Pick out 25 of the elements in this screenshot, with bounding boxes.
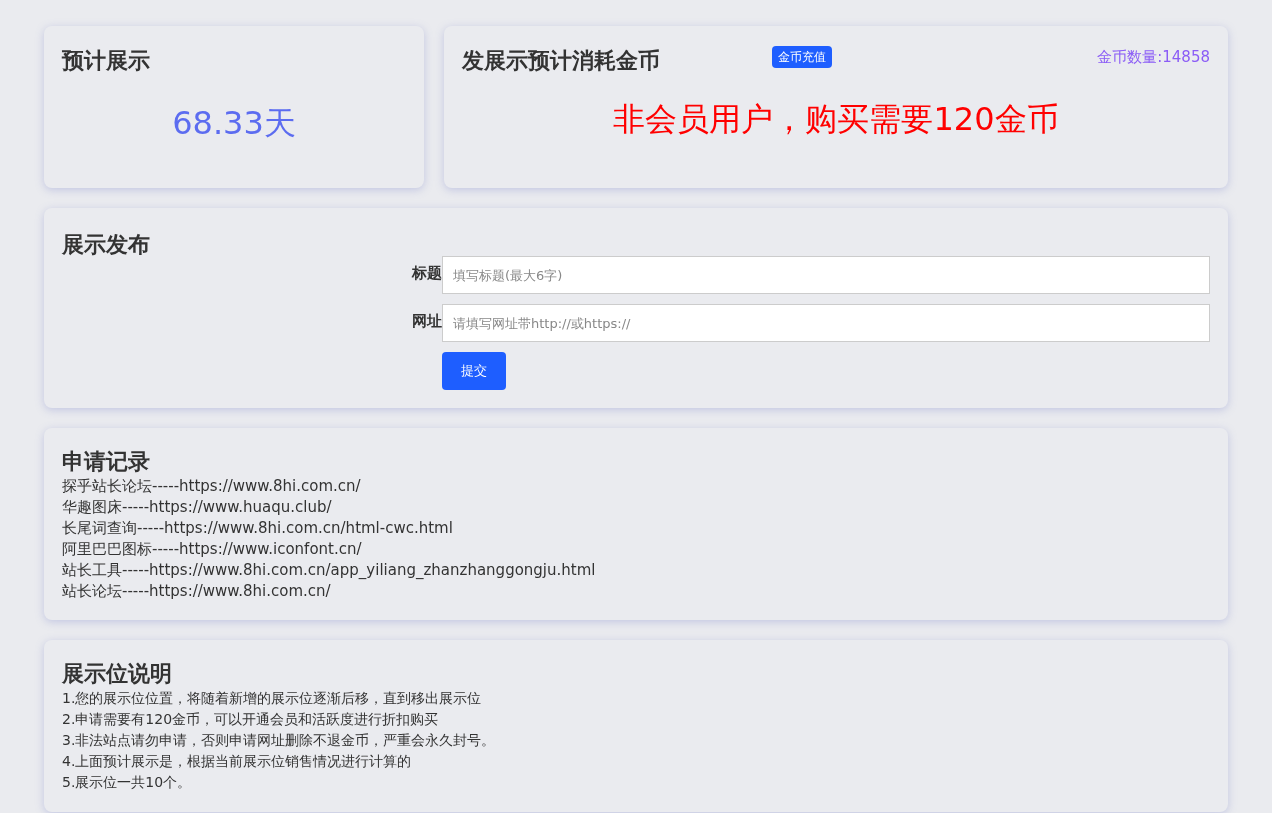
- field-label: 标题: [410, 263, 442, 284]
- input-field[interactable]: 填写标题(最大6字): [442, 256, 1210, 294]
- record-entry: 站长工具-----https://www.8hi.com.cn/app_yiliang_zhanzhanggongju.html: [62, 560, 596, 581]
- card-title: 申请记录: [62, 448, 151, 476]
- record-entry: 站长论坛-----https://www.8hi.com.cn/: [62, 581, 331, 602]
- record-entry: 阿里巴巴图标-----https://www.iconfont.cn/: [62, 539, 362, 560]
- recharge-button[interactable]: 金币充值: [772, 46, 832, 68]
- record-entry: 长尾词查询-----https://www.8hi.com.cn/html-cwc.html: [62, 518, 453, 539]
- submit-button[interactable]: 提交: [442, 352, 506, 390]
- input-field[interactable]: 请填写网址带http://或https://: [442, 304, 1210, 342]
- coin-count: 金币数量:14858: [1097, 47, 1210, 68]
- note-line: 1.您的展示位位置，将随着新增的展示位逐渐后移，直到移出展示位: [62, 689, 482, 708]
- estimate-value: 68.33天: [171, 103, 297, 144]
- card-title: 预计展示: [62, 47, 151, 75]
- card-title: 发展示预计消耗金币: [462, 47, 661, 75]
- member-notice: 非会员用户，购买需要120金币: [612, 99, 1060, 140]
- note-line: 5.展示位一共10个。: [62, 773, 192, 792]
- note-line: 3.非法站点请勿申请，否则申请网址删除不退金币，严重会永久封号。: [62, 731, 496, 750]
- note-line: 4.上面预计展示是，根据当前展示位销售情况进行计算的: [62, 752, 412, 771]
- card-title: 展示位说明: [62, 660, 173, 688]
- field-label: 网址: [411, 311, 442, 332]
- note-line: 2.申请需要有120金币，可以开通会员和活跃度进行折扣购买: [62, 710, 439, 729]
- card-title: 展示发布: [62, 231, 151, 259]
- record-entry: 华趣图床-----https://www.huaqu.club/: [62, 497, 332, 518]
- record-entry: 探乎站长论坛-----https://www.8hi.com.cn/: [62, 476, 361, 497]
